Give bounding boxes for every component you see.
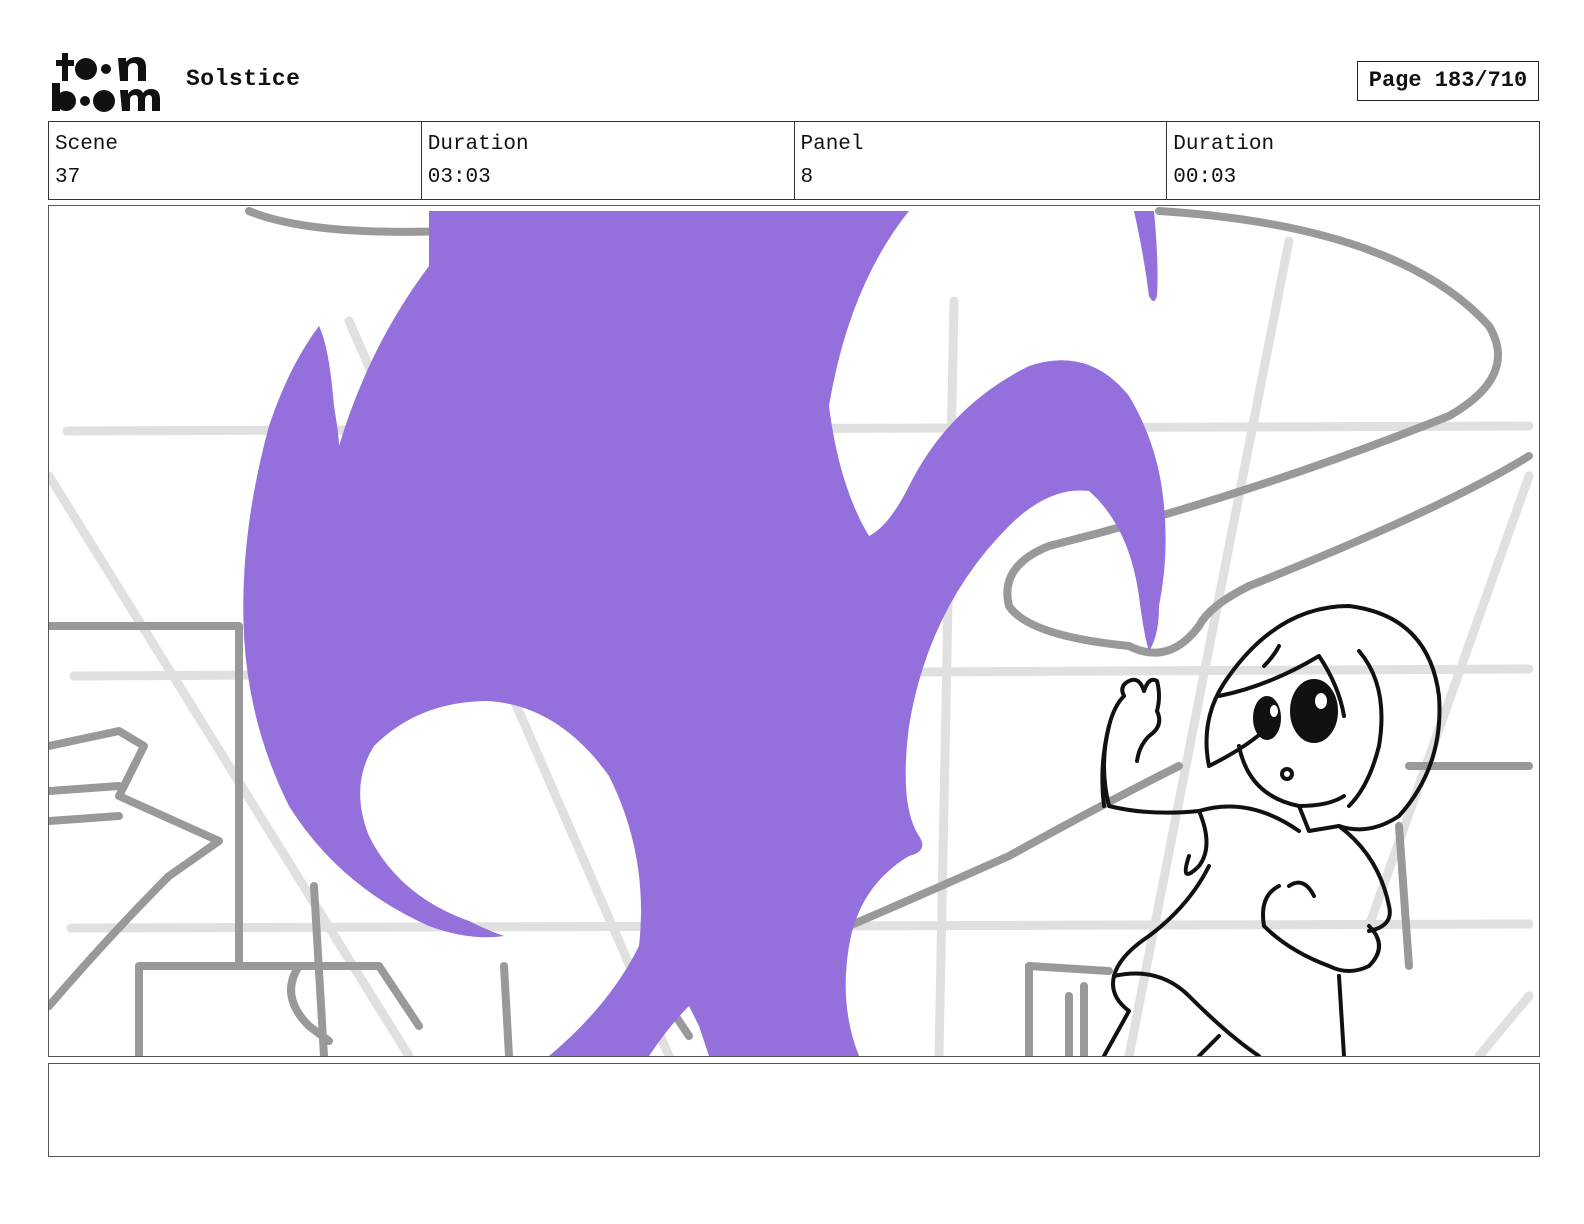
scene-label: Scene	[55, 133, 119, 156]
scene-duration-value: 03:03	[427, 166, 491, 189]
scene-info-table: Scene 37 Duration 03:03 Panel 8 Duration…	[48, 121, 1540, 200]
scene-duration-label: Duration	[427, 133, 529, 156]
panel-notes-box	[48, 1063, 1540, 1157]
storyboard-panel	[48, 205, 1540, 1057]
project-title: Solstice	[186, 66, 301, 92]
panel-label: Panel	[800, 133, 864, 156]
page-indicator: Page 183/710	[1357, 61, 1539, 101]
panel-value: 8	[800, 166, 814, 189]
panel-duration-cell: Duration 00:03	[1167, 122, 1539, 199]
panel-cell: Panel 8	[795, 122, 1168, 199]
panel-duration-value: 00:03	[1173, 166, 1237, 189]
scene-duration-cell: Duration 03:03	[422, 122, 795, 199]
panel-drawing	[49, 207, 1534, 1056]
toon-boom-logo	[52, 53, 160, 112]
scene-value: 37	[55, 166, 81, 189]
panel-duration-label: Duration	[1173, 133, 1275, 156]
scene-cell: Scene 37	[49, 122, 422, 199]
magic-drip	[1134, 211, 1158, 301]
